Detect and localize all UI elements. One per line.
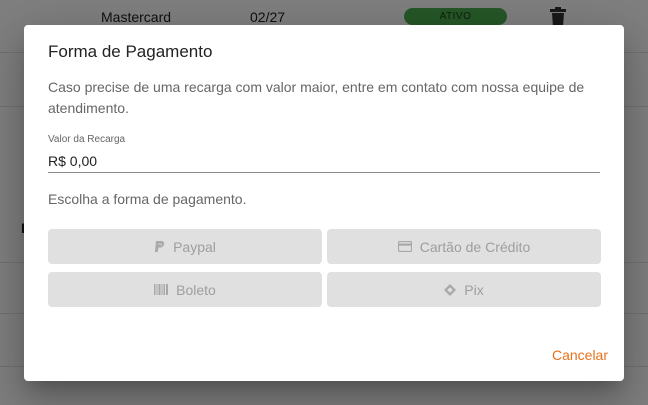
- boleto-button-label: Boleto: [176, 281, 216, 298]
- paypal-icon: [155, 240, 165, 252]
- pix-button[interactable]: Pix: [327, 272, 601, 307]
- credit-card-button[interactable]: Cartão de Crédito: [327, 229, 601, 264]
- amount-input[interactable]: [48, 150, 600, 173]
- payment-dialog: Forma de Pagamento Caso precise de uma r…: [24, 25, 624, 381]
- credit-card-button-label: Cartão de Crédito: [419, 238, 531, 255]
- dialog-title: Forma de Pagamento: [48, 42, 213, 61]
- choose-payment-text: Escolha a forma de pagamento.: [48, 191, 247, 207]
- amount-label: Valor da Recarga: [48, 134, 126, 145]
- cancel-button[interactable]: Cancelar: [552, 347, 608, 363]
- pix-button-label: Pix: [464, 281, 484, 298]
- boleto-button[interactable]: Boleto: [48, 272, 322, 307]
- pix-icon: [444, 283, 457, 296]
- credit-card-icon: [397, 241, 412, 252]
- paypal-button-label: Paypal: [173, 238, 216, 255]
- dialog-description: Caso precise de uma recarga com valor ma…: [48, 79, 585, 116]
- barcode-icon: [154, 284, 169, 295]
- paypal-button[interactable]: Paypal: [48, 229, 322, 264]
